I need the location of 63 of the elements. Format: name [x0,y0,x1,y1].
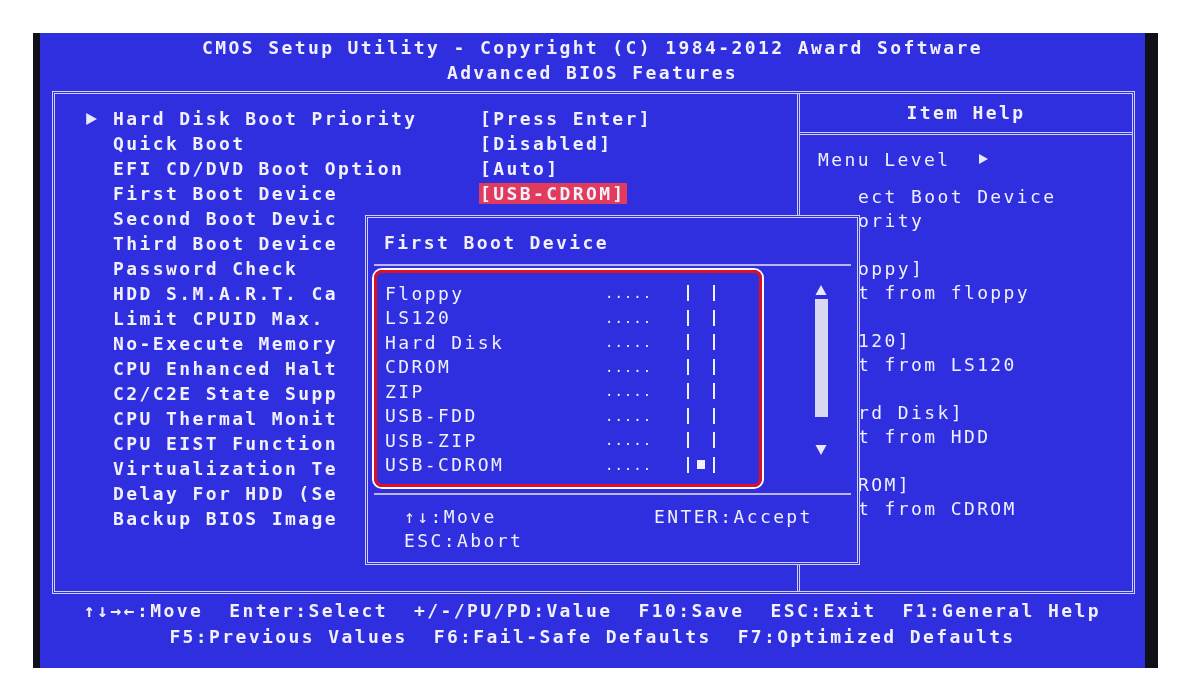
help-text: ority [858,209,926,233]
device-option[interactable]: USB-ZIP [385,429,605,451]
setting-value[interactable]: [Press Enter] [479,108,654,129]
dot-leader: ..... [605,456,654,473]
option-marker[interactable] [687,334,715,351]
key-hint: ↑↓→←:Move [84,599,204,623]
setting-label[interactable]: Hard Disk Boot Priority [113,108,479,129]
help-text: rd Disk] [858,401,965,425]
key-hint: +/-/PU/PD:Value [414,599,613,623]
key-hint: F6:Fail-Safe Defaults [433,625,712,649]
option-marker[interactable] [687,407,715,424]
submenu-arrow-icon [85,112,97,125]
help-text: ect Boot Device [858,185,1058,209]
key-hint: F1:General Help [902,599,1101,623]
device-option[interactable]: LS120 [385,307,605,329]
dot-leader: ..... [605,383,654,400]
dot-leader: ..... [605,432,654,449]
help-text: t from floppy [858,281,1032,305]
level-arrow-icon [978,154,989,164]
option-marker[interactable] [687,285,715,302]
help-text: oppy] [858,257,926,281]
page-title: Advanced BIOS Features [446,61,739,85]
option-marker[interactable] [687,456,715,473]
setting-label[interactable]: Quick Boot [113,133,479,154]
device-option[interactable]: CDROM [385,356,605,378]
key-hint: F5:Previous Values [169,625,408,649]
device-option[interactable]: Floppy [385,282,605,304]
device-option[interactable]: ZIP [385,380,605,402]
key-hint: Enter:Select [229,599,388,623]
help-text: t from HDD [858,425,992,449]
key-hint: ↑↓:Move [404,505,498,529]
setting-value[interactable]: [USB-CDROM] [479,183,627,204]
menu-level-label: Menu Level [818,148,951,170]
setting-value[interactable]: [Disabled] [479,133,614,154]
option-marker[interactable] [687,358,715,375]
scrollbar-thumb[interactable] [814,299,828,417]
device-option[interactable]: USB-CDROM [385,454,605,476]
dot-leader: ..... [605,309,654,326]
scroll-up-icon [815,284,827,295]
scroll-down-icon [815,445,827,456]
key-hint: F10:Save [638,599,745,623]
option-marker[interactable] [687,309,715,326]
key-hint: ESC:Abort [404,529,525,553]
device-option[interactable]: USB-FDD [385,405,605,427]
help-title: Item Help [800,94,1132,135]
device-option[interactable]: Hard Disk [385,331,605,353]
key-hint: ENTER:Accept [654,505,814,529]
option-marker[interactable] [687,432,715,449]
setting-value[interactable]: [Auto] [479,158,561,179]
key-hint: F7:Optimized Defaults [737,625,1016,649]
popup-title: First Boot Device [374,218,851,266]
key-hint: ESC:Exit [770,599,877,623]
help-text: 120] [858,329,912,353]
dot-leader: ..... [605,407,654,424]
dot-leader: ..... [605,285,654,302]
utility-title: CMOS Setup Utility - Copyright (C) 1984-2012 Award Software [202,36,983,60]
help-text: t from LS120 [858,353,1018,377]
help-text: t from CDROM [858,497,1018,521]
setting-label[interactable]: First Boot Device [113,183,479,204]
setting-label[interactable]: EFI CD/DVD Boot Option [113,158,479,179]
option-marker[interactable] [687,383,715,400]
dot-leader: ..... [605,358,654,375]
dot-leader: ..... [605,334,654,351]
